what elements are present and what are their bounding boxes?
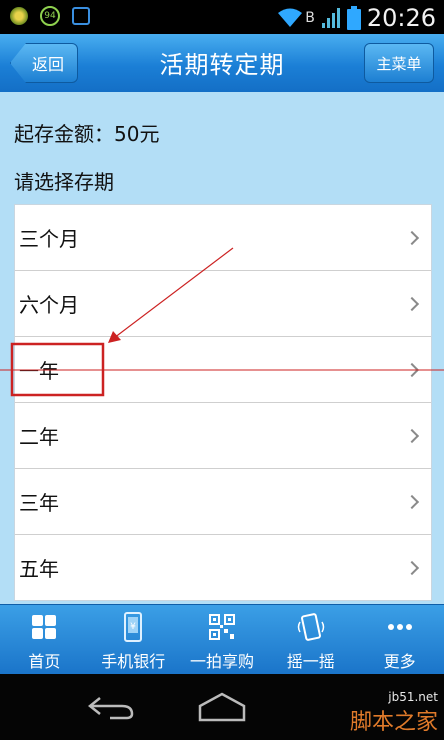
title-bar: 返回 活期转定期 主菜单 <box>0 34 444 93</box>
tab-shake[interactable]: 摇一摇 <box>266 605 355 675</box>
chevron-right-icon <box>404 362 420 377</box>
bottom-tab-bar: 首页 ¥ 手机银行 一拍享购 摇一摇 更多 <box>0 604 444 675</box>
more-dots-icon <box>387 624 412 630</box>
clock: 20:26 <box>366 4 436 32</box>
grid-icon <box>32 615 57 639</box>
tab-more[interactable]: 更多 <box>355 605 444 675</box>
main-menu-label: 主菜单 <box>376 54 422 73</box>
term-option-label: 一年 <box>19 359 59 383</box>
tab-label: 摇一摇 <box>286 652 335 671</box>
term-option-label: 二年 <box>19 425 59 449</box>
home-nav-icon[interactable] <box>196 690 248 722</box>
watermark: jb51.net 脚本之家 <box>350 690 438 736</box>
main-menu-button[interactable]: 主菜单 <box>364 43 434 83</box>
sync-icon <box>72 7 90 25</box>
tab-label: 更多 <box>383 652 416 671</box>
tab-label: 一拍享购 <box>189 652 254 671</box>
term-option-2-years[interactable]: 二年 <box>15 403 431 469</box>
badge-number: 94 <box>44 11 56 21</box>
watermark-domain: jb51.net <box>388 690 438 704</box>
system-nav-bar: jb51.net 脚本之家 <box>0 674 444 740</box>
term-list: 三个月 六个月 一年 二年 三年 五年 <box>14 204 432 601</box>
app-notification-icon <box>10 7 28 25</box>
signal-icon <box>321 8 340 28</box>
shake-phone-icon <box>297 613 325 641</box>
chevron-right-icon <box>404 494 420 509</box>
content-area: 起存金额：50元 请选择存期 三个月 六个月 一年 二年 三年 五年 <box>0 92 444 604</box>
term-option-3-months[interactable]: 三个月 <box>15 205 431 271</box>
wifi-icon <box>278 8 303 27</box>
back-nav-icon[interactable] <box>86 692 136 722</box>
chevron-right-icon <box>404 560 420 575</box>
tab-label: 首页 <box>28 652 61 671</box>
chevron-right-icon <box>404 296 420 311</box>
phone-yen-icon: ¥ <box>124 612 143 642</box>
tab-scan-shop[interactable]: 一拍享购 <box>178 605 267 675</box>
tab-home[interactable]: 首页 <box>0 605 89 675</box>
svg-text:¥: ¥ <box>130 622 136 632</box>
qr-code-icon <box>208 614 235 640</box>
min-deposit-amount: 起存金额：50元 <box>14 122 160 146</box>
battery-saver-icon: 94 <box>40 6 60 26</box>
watermark-brand: 脚本之家 <box>349 710 438 735</box>
term-option-label: 三个月 <box>19 227 79 251</box>
chevron-right-icon <box>404 230 420 245</box>
term-option-6-months[interactable]: 六个月 <box>15 271 431 337</box>
term-option-label: 六个月 <box>19 293 79 317</box>
chevron-right-icon <box>404 428 420 443</box>
term-option-1-year[interactable]: 一年 <box>15 337 431 403</box>
term-option-label: 五年 <box>19 557 59 581</box>
status-bar: 94 B 20:26 <box>0 0 444 34</box>
battery-icon <box>346 6 361 30</box>
tab-mobile-banking[interactable]: ¥ 手机银行 <box>89 605 178 675</box>
tab-label: 手机银行 <box>101 652 166 671</box>
select-term-label: 请选择存期 <box>14 170 114 194</box>
term-option-label: 三年 <box>19 491 59 515</box>
network-type: B <box>305 10 315 26</box>
term-option-5-years[interactable]: 五年 <box>15 535 431 600</box>
term-option-3-years[interactable]: 三年 <box>15 469 431 535</box>
